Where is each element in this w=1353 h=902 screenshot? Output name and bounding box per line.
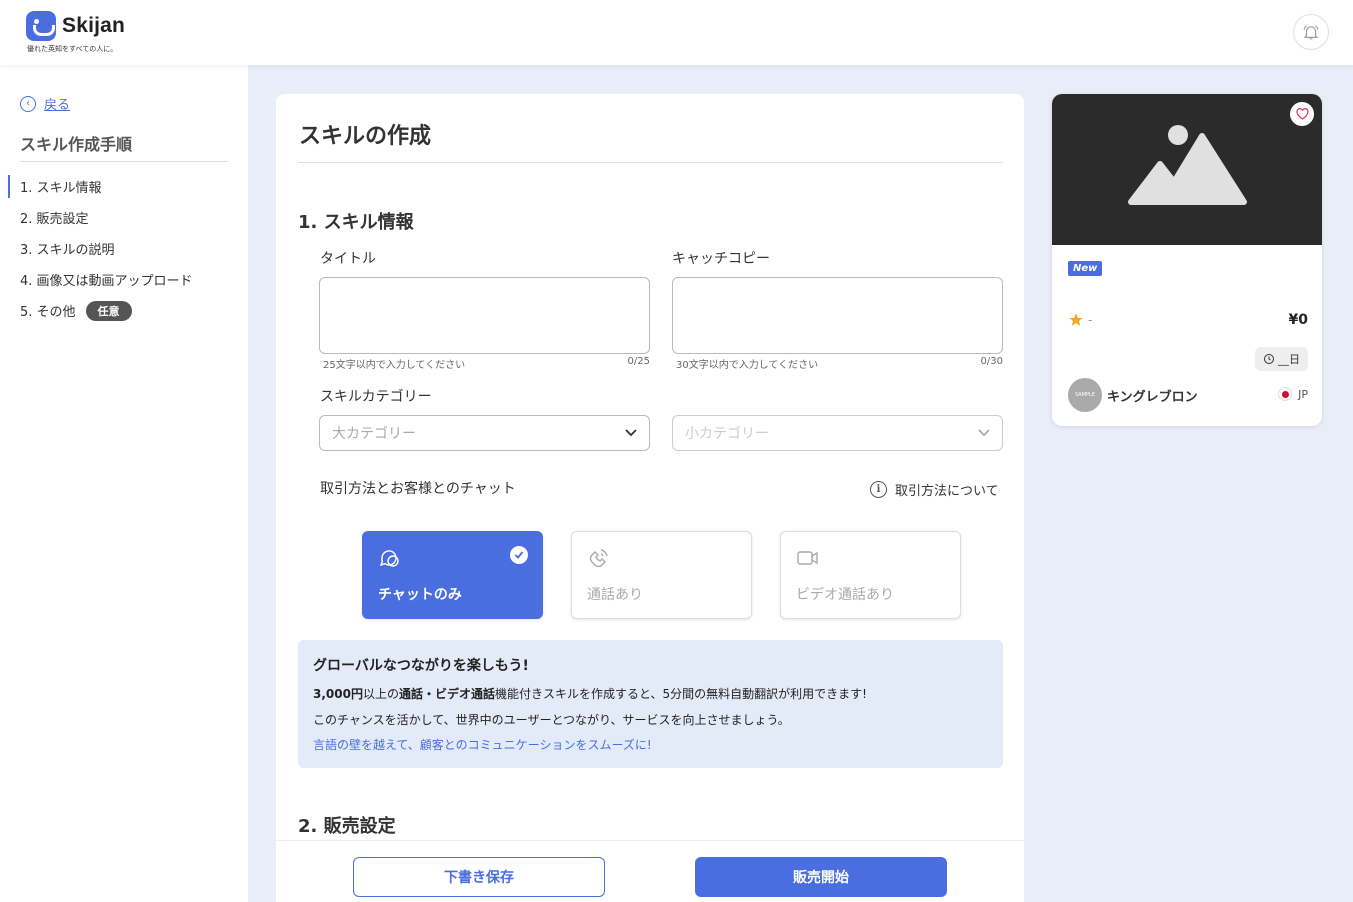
major-category-select[interactable]: 大カテゴリー: [319, 415, 650, 451]
seller-country: JP: [1278, 387, 1308, 401]
phone-icon: [589, 549, 608, 568]
skill-preview-card[interactable]: New - ¥0 __日 SAMPLE キングレブロン JP: [1052, 94, 1322, 426]
catch-hint: 30文字以内で入力してください: [676, 360, 819, 371]
duration-value: __日: [1278, 353, 1300, 366]
transaction-info-link[interactable]: i 取引方法について: [870, 480, 999, 499]
skijan-logo-icon: [26, 11, 56, 41]
notification-button[interactable]: [1293, 14, 1329, 50]
title-field-label: タイトル: [320, 251, 376, 267]
step-item-skill-info[interactable]: 1. スキル情報: [8, 171, 238, 202]
check-icon: [510, 546, 528, 564]
section-title-sales: 2. 販売設定: [298, 816, 396, 837]
star-icon: [1069, 313, 1083, 326]
step-label: 2. 販売設定: [20, 212, 89, 227]
option-video-call[interactable]: ビデオ通話あり: [780, 531, 961, 619]
image-placeholder-icon: [1128, 125, 1247, 205]
new-badge: New: [1068, 261, 1103, 276]
header: Skijan 優れた英知をすべての人に。: [0, 0, 1353, 65]
catch-char-count: 0/30: [980, 356, 1003, 367]
rating: -: [1068, 312, 1092, 328]
step-item-media-upload[interactable]: 4. 画像又は動画アップロード: [8, 264, 238, 295]
title-divider: [298, 162, 1003, 163]
step-list: 1. スキル情報 2. 販売設定 3. スキルの説明 4. 画像又は動画アップロ…: [8, 171, 238, 326]
chat-icon: [379, 550, 399, 567]
translation-promo-box: グローバルなつながりを楽しもう! 3,000円以上の通話・ビデオ通話機能付きスキ…: [298, 640, 1003, 768]
promo-line-1: 3,000円以上の通話・ビデオ通話機能付きスキルを作成すると、5分間の無料自動翻…: [313, 687, 867, 701]
major-category-placeholder: 大カテゴリー: [332, 426, 416, 442]
sidebar: ‹ 戻る スキル作成手順 1. スキル情報 2. 販売設定 3. スキルの説明 …: [0, 65, 248, 902]
chevron-left-icon: ‹: [20, 95, 36, 112]
seller-name: キングレブロン: [1107, 390, 1198, 405]
catchcopy-input[interactable]: [672, 277, 1003, 354]
option-label: チャットのみ: [378, 587, 462, 603]
promo-line-2: このチャンスを活かして、世界中のユーザーとつながり、サービスを向上させましょう。: [313, 713, 790, 727]
step-item-description[interactable]: 3. スキルの説明: [8, 233, 238, 264]
category-label: スキルカテゴリー: [320, 389, 432, 405]
japan-flag-icon: [1278, 387, 1293, 401]
step-label: 5. その他: [20, 305, 76, 320]
back-link[interactable]: ‹ 戻る: [20, 94, 70, 113]
video-icon: [797, 551, 818, 565]
brand-tagline: 優れた英知をすべての人に。: [27, 45, 118, 53]
transaction-label: 取引方法とお客様とのチャット: [320, 481, 516, 497]
optional-badge: 任意: [85, 300, 132, 321]
minor-category-placeholder: 小カテゴリー: [685, 426, 769, 442]
step-item-other[interactable]: 5. その他 任意: [8, 295, 238, 326]
logo[interactable]: Skijan: [26, 11, 125, 41]
duration-badge: __日: [1255, 347, 1308, 371]
title-input[interactable]: [319, 277, 650, 354]
option-label: ビデオ通話あり: [796, 587, 894, 603]
option-chat-only[interactable]: チャットのみ: [362, 531, 543, 619]
sidebar-title: スキル作成手順: [20, 135, 133, 154]
preview-image: [1052, 94, 1322, 245]
start-selling-button[interactable]: 販売開始: [695, 857, 947, 897]
info-icon: i: [870, 481, 887, 498]
brand-name: Skijan: [62, 14, 126, 37]
clock-icon: [1264, 354, 1274, 364]
promo-link: 言語の壁を越えて、顧客とのコミュニケーションをスムーズに!: [313, 738, 652, 752]
option-voice-call[interactable]: 通話あり: [571, 531, 752, 619]
country-code: JP: [1298, 387, 1308, 401]
step-label: 1. スキル情報: [20, 181, 102, 196]
option-label: 通話あり: [587, 587, 643, 603]
back-label[interactable]: 戻る: [44, 94, 70, 113]
section-title-skill-info: 1. スキル情報: [298, 212, 414, 233]
price: ¥0: [1288, 312, 1308, 328]
heart-icon: [1295, 108, 1309, 120]
avatar: SAMPLE: [1068, 378, 1102, 412]
chevron-down-icon: [625, 429, 637, 437]
minor-category-select[interactable]: 小カテゴリー: [672, 415, 1003, 451]
page-title: スキルの作成: [299, 124, 432, 149]
title-char-count: 0/25: [627, 356, 650, 367]
promo-title: グローバルなつながりを楽しもう!: [313, 658, 529, 674]
catch-field-label: キャッチコピー: [672, 251, 770, 267]
step-label: 4. 画像又は動画アップロード: [20, 274, 193, 289]
title-hint: 25文字以内で入力してください: [323, 360, 466, 371]
save-draft-button[interactable]: 下書き保存: [353, 857, 605, 897]
sidebar-divider: [20, 161, 228, 162]
skill-form-card: スキルの作成 1. スキル情報 タイトル 25文字以内で入力してください 0/2…: [276, 94, 1024, 902]
step-label: 3. スキルの説明: [20, 243, 115, 258]
action-bar: 下書き保存 販売開始: [276, 840, 1024, 902]
step-item-sales-settings[interactable]: 2. 販売設定: [8, 202, 238, 233]
rating-value: -: [1088, 313, 1093, 327]
chevron-down-icon: [978, 429, 990, 437]
info-link-label: 取引方法について: [895, 484, 999, 499]
bell-icon: [1303, 25, 1319, 40]
favorite-button[interactable]: [1290, 102, 1314, 126]
